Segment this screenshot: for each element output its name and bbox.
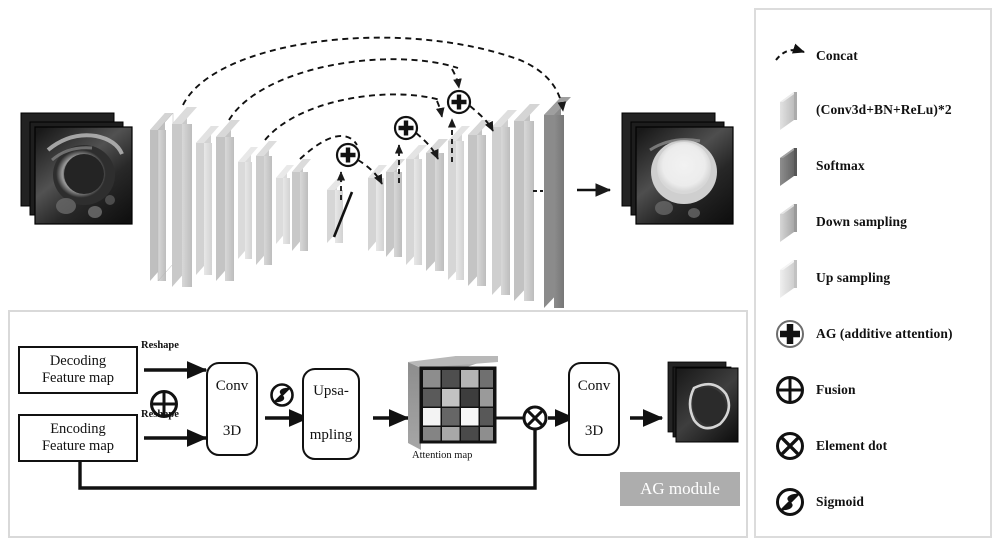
legend-label-element-dot: Element dot	[816, 438, 888, 453]
conv3d-b-line2: 3D	[584, 422, 604, 439]
ag-node-3	[446, 89, 472, 115]
output-image-stack	[621, 112, 734, 225]
legend-item-fusion: Fusion	[756, 368, 994, 412]
legend-label-up-sampling: Up sampling	[816, 270, 891, 285]
decoding-line1: Decoding	[49, 353, 107, 370]
ag-output-image-stack	[667, 361, 739, 443]
conv3d-box-b: Conv 3D	[568, 362, 620, 456]
legend-label-concat: Concat	[816, 48, 858, 63]
decoding-feature-map-box: Decoding Feature map	[18, 346, 138, 394]
attention-map-cube	[408, 356, 498, 450]
legend-item-concat: Concat	[756, 34, 994, 78]
conv3d-a-line2: 3D	[222, 422, 242, 439]
softmax-block	[544, 97, 571, 308]
reshape-label-top: Reshape	[141, 340, 179, 351]
encoding-line1: Encoding	[50, 421, 106, 438]
legend-item-element-dot: Element dot	[756, 424, 994, 468]
upsampling-line1: Upsa-	[313, 383, 349, 400]
upsampling-line2: mpling	[309, 427, 353, 444]
attention-map-caption: Attention map	[412, 450, 473, 461]
legend-item-ag: AG (additive attention)	[756, 312, 994, 356]
encoding-feature-map-box: Encoding Feature map	[18, 414, 138, 462]
conv3d-a-line1: Conv	[215, 377, 249, 394]
legend-label-down-sampling: Down sampling	[816, 214, 907, 229]
ag-module-tag: AG module	[620, 472, 740, 506]
legend-item-softmax: Softmax	[756, 144, 994, 188]
unet-architecture	[20, 36, 734, 308]
legend-panel: Concat (Conv3d+BN+ReLu)*2 Softmax Down s…	[754, 8, 992, 538]
legend-item-up-sampling: Up sampling	[756, 256, 994, 300]
legend-item-down-sampling: Down sampling	[756, 200, 994, 244]
element-dot-operator-icon	[522, 405, 548, 431]
legend-label-fusion: Fusion	[816, 382, 856, 397]
conv3d-b-line1: Conv	[577, 377, 611, 394]
legend-item-conv-block: (Conv3d+BN+ReLu)*2	[756, 88, 994, 132]
encoder-blocks	[150, 107, 354, 287]
legend-label-ag: AG (additive attention)	[816, 326, 953, 341]
upsampling-box: Upsa- mpling	[302, 368, 360, 460]
encoding-line2: Feature map	[41, 438, 115, 454]
sigmoid-operator-icon	[270, 383, 294, 407]
conv3d-box-a: Conv 3D	[206, 362, 258, 456]
legend-label-conv-block: (Conv3d+BN+ReLu)*2	[816, 102, 952, 117]
decoding-line2: Feature map	[41, 370, 115, 386]
legend-label-sigmoid: Sigmoid	[816, 494, 864, 509]
legend-item-sigmoid: Sigmoid	[756, 480, 994, 524]
reshape-label-bottom: Reshape	[141, 409, 179, 420]
figure-root: Decoding Feature map Encoding Feature ma…	[0, 0, 1000, 546]
bottleneck-block	[327, 179, 354, 243]
legend-label-softmax: Softmax	[816, 158, 865, 173]
ag-node-1	[335, 142, 361, 168]
input-image-stack	[20, 112, 133, 225]
ag-node-2	[393, 115, 419, 141]
